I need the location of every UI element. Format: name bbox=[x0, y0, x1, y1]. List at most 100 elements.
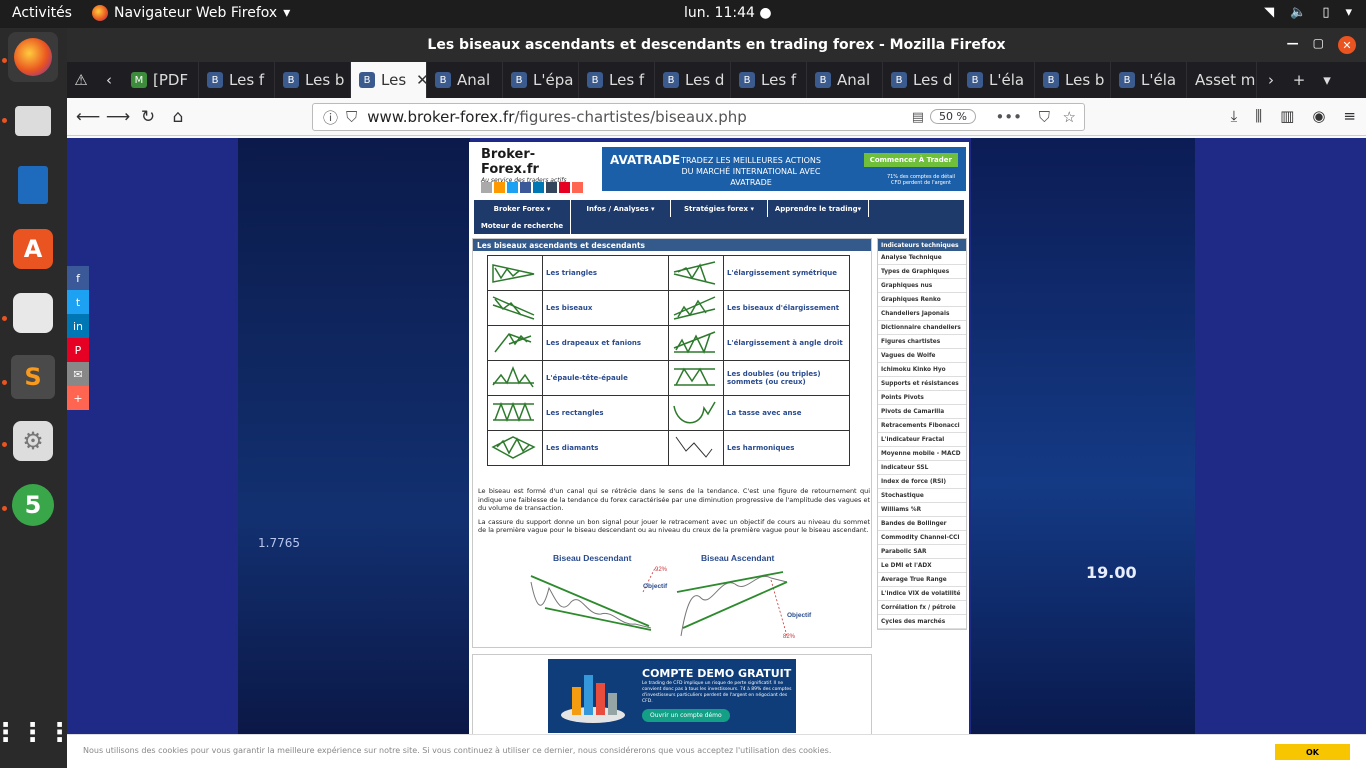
sidebar-link[interactable]: Cycles des marchés bbox=[878, 615, 966, 629]
software-launcher[interactable]: A bbox=[8, 224, 58, 274]
tab[interactable]: B Les d bbox=[883, 62, 959, 98]
pattern-link[interactable]: L'élargissement symétrique bbox=[723, 255, 850, 291]
tab[interactable]: B L'épa bbox=[503, 62, 579, 98]
pinterest-share-icon[interactable]: P bbox=[67, 338, 89, 362]
tab[interactable]: B Les d bbox=[655, 62, 731, 98]
cookie-ok-button[interactable]: OK bbox=[1275, 744, 1350, 760]
forward-button[interactable]: ⟶ bbox=[103, 107, 133, 127]
hamburger-menu-icon[interactable]: ≡ bbox=[1343, 107, 1356, 125]
image-viewer-launcher[interactable] bbox=[8, 288, 58, 338]
tab[interactable]: Asset m bbox=[1187, 62, 1257, 98]
zoom-indicator[interactable]: 50 % bbox=[930, 109, 976, 124]
minimize-button[interactable]: — bbox=[1287, 36, 1299, 54]
sidebar-link[interactable]: Le DMI et l'ADX bbox=[878, 559, 966, 573]
clock[interactable]: lun. 11:44 ● bbox=[684, 5, 772, 21]
tab[interactable]: B Anal bbox=[427, 62, 503, 98]
facebook-share-icon[interactable]: f bbox=[67, 266, 89, 290]
pattern-link[interactable]: Les rectangles bbox=[542, 395, 669, 431]
sidebar-link[interactable]: Supports et résistances bbox=[878, 377, 966, 391]
new-tab-button[interactable]: + bbox=[1285, 62, 1313, 98]
sidebar-link[interactable]: Figures chartistes bbox=[878, 335, 966, 349]
sidebar-link[interactable]: Average True Range bbox=[878, 573, 966, 587]
tumblr-icon[interactable] bbox=[546, 182, 557, 193]
pattern-link[interactable]: Les harmoniques bbox=[723, 430, 850, 466]
pattern-thumbnail[interactable] bbox=[487, 290, 543, 326]
pattern-link[interactable]: Les doubles (ou triples) sommets (ou cre… bbox=[723, 360, 850, 396]
sidebar-icon[interactable]: ▥ bbox=[1280, 107, 1294, 125]
library-icon[interactable]: ⫼ bbox=[1255, 107, 1262, 125]
sidebar-link[interactable]: Stochastique bbox=[878, 489, 966, 503]
writer-launcher[interactable] bbox=[8, 160, 58, 210]
email-share-icon[interactable]: ✉ bbox=[67, 362, 89, 386]
sidebar-link[interactable]: Parabolic SAR bbox=[878, 545, 966, 559]
twitter-icon[interactable] bbox=[507, 182, 518, 193]
tab[interactable]: B L'éla bbox=[1111, 62, 1187, 98]
account-icon[interactable]: ◉ bbox=[1312, 107, 1325, 125]
sidebar-link[interactable]: L'indicateur Fractal bbox=[878, 433, 966, 447]
tab[interactable]: B Les f bbox=[731, 62, 807, 98]
pattern-thumbnail[interactable] bbox=[668, 430, 724, 466]
sidebar-link[interactable]: Retracements Fibonacci bbox=[878, 419, 966, 433]
list-tabs-button[interactable]: ▾ bbox=[1313, 62, 1341, 98]
sidebar-link[interactable]: Points Pivots bbox=[878, 391, 966, 405]
linkedin-share-icon[interactable]: in bbox=[67, 314, 89, 338]
site-logo[interactable]: Broker-Forex.fr Au service des traders a… bbox=[481, 147, 591, 184]
sidebar-link[interactable]: Bandes de Bollinger bbox=[878, 517, 966, 531]
avatrade-banner[interactable]: AVATRADE TRADEZ LES MEILLEURES ACTIONS D… bbox=[602, 147, 966, 191]
pattern-thumbnail[interactable] bbox=[487, 325, 543, 361]
warning-icon[interactable]: ⚠ bbox=[67, 62, 95, 98]
pattern-link[interactable]: L'épaule-tête-épaule bbox=[542, 360, 669, 396]
pattern-thumbnail[interactable] bbox=[668, 325, 724, 361]
tab[interactable]: B Les f bbox=[579, 62, 655, 98]
tab[interactable]: B Les b bbox=[275, 62, 351, 98]
sidebar-link[interactable]: Ichimoku Kinko Hyo bbox=[878, 363, 966, 377]
files-launcher[interactable] bbox=[8, 96, 58, 146]
sidebar-link[interactable]: Indicateur SSL bbox=[878, 461, 966, 475]
maximize-button[interactable]: ▢ bbox=[1313, 36, 1324, 54]
sidebar-link[interactable]: Graphiques nus bbox=[878, 279, 966, 293]
pattern-thumbnail[interactable] bbox=[668, 360, 724, 396]
sidebar-link[interactable]: Types de Graphiques bbox=[878, 265, 966, 279]
facebook-icon[interactable] bbox=[520, 182, 531, 193]
menu-apprendre[interactable]: Apprendre le trading ▾ bbox=[768, 200, 869, 217]
pocket-icon[interactable]: ⛉ bbox=[1039, 108, 1050, 126]
scroll-tabs-right-button[interactable]: › bbox=[1257, 62, 1285, 98]
settings-launcher[interactable]: ⚙ bbox=[8, 416, 58, 466]
pattern-thumbnail[interactable] bbox=[487, 430, 543, 466]
bookmark-star-icon[interactable]: ☆ bbox=[1063, 108, 1076, 126]
menu-infos-analyses[interactable]: Infos / Analyses ▾ bbox=[571, 200, 671, 217]
tab[interactable]: M [PDF bbox=[123, 62, 199, 98]
pattern-link[interactable]: L'élargissement à angle droit bbox=[723, 325, 850, 361]
menu-strategies[interactable]: Stratégies forex ▾ bbox=[671, 200, 768, 217]
pattern-link[interactable]: Les triangles bbox=[542, 255, 669, 291]
pattern-link[interactable]: Les drapeaux et fanions bbox=[542, 325, 669, 361]
system-tray[interactable]: ◥ 🔈 ▯ ▾ bbox=[1264, 5, 1352, 20]
shield-icon[interactable]: ⛉ bbox=[346, 108, 357, 126]
menu-broker-forex[interactable]: Broker Forex ▾ bbox=[474, 200, 571, 217]
pattern-thumbnail[interactable] bbox=[487, 395, 543, 431]
info-icon[interactable]: ⓘ bbox=[323, 107, 338, 128]
rss-icon[interactable] bbox=[494, 182, 505, 193]
pattern-link[interactable]: Les diamants bbox=[542, 430, 669, 466]
download-icon[interactable]: ⤓ bbox=[1231, 107, 1238, 125]
sidebar-link[interactable]: Index de force (RSI) bbox=[878, 475, 966, 489]
sidebar-link[interactable]: Graphiques Renko bbox=[878, 293, 966, 307]
sidebar-link[interactable]: Corrélation fx / pétrole bbox=[878, 601, 966, 615]
scroll-tabs-left-button[interactable]: ‹ bbox=[95, 62, 123, 98]
more-share-icon[interactable]: + bbox=[67, 386, 89, 410]
sidebar-link[interactable]: Pivots de Camarilla bbox=[878, 405, 966, 419]
sidebar-link[interactable]: Williams %R bbox=[878, 503, 966, 517]
reload-button[interactable]: ↻ bbox=[133, 107, 163, 127]
plus-icon[interactable] bbox=[572, 182, 583, 193]
sidebar-link[interactable]: Dictionnaire chandeliers bbox=[878, 321, 966, 335]
url-bar[interactable]: ⓘ ⛉ www.broker-forex.fr/figures-chartist… bbox=[312, 103, 1085, 131]
tab[interactable]: B Les b bbox=[1035, 62, 1111, 98]
pattern-thumbnail[interactable] bbox=[668, 255, 724, 291]
sidebar-link[interactable]: Analyse Technique bbox=[878, 251, 966, 265]
twitter-share-icon[interactable]: t bbox=[67, 290, 89, 314]
show-apps-button[interactable]: ⋮⋮⋮ bbox=[0, 708, 73, 758]
reader-view-icon[interactable]: ▤ bbox=[912, 110, 924, 125]
sidebar-link[interactable]: Commodity Channel-CCI bbox=[878, 531, 966, 545]
pinterest-icon[interactable] bbox=[559, 182, 570, 193]
sublime-launcher[interactable]: S bbox=[8, 352, 58, 402]
